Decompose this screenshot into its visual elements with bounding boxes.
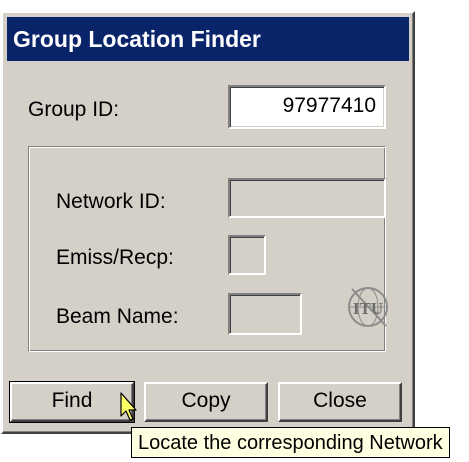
- window-title: Group Location Finder: [7, 17, 409, 61]
- emiss-recp-field[interactable]: [228, 235, 266, 275]
- emiss-recp-label: Emiss/Recp:: [56, 246, 174, 269]
- beam-name-field[interactable]: [228, 293, 302, 335]
- copy-button[interactable]: Copy: [144, 382, 268, 422]
- find-button[interactable]: Find: [9, 381, 135, 423]
- mouse-pointer-icon: [120, 392, 138, 427]
- group-id-field[interactable]: 97977410: [228, 85, 386, 129]
- svg-text:ITU: ITU: [353, 299, 383, 318]
- itu-logo-icon: ITU: [346, 284, 390, 335]
- close-button[interactable]: Close: [278, 382, 402, 422]
- group-location-finder-window: Group Location Finder Group ID: 97977410…: [1, 11, 415, 434]
- network-id-label: Network ID:: [56, 190, 166, 213]
- network-id-field[interactable]: [228, 178, 386, 218]
- group-id-label: Group ID:: [28, 98, 120, 121]
- find-tooltip: Locate the corresponding Network: [131, 427, 450, 458]
- beam-name-label: Beam Name:: [56, 305, 179, 328]
